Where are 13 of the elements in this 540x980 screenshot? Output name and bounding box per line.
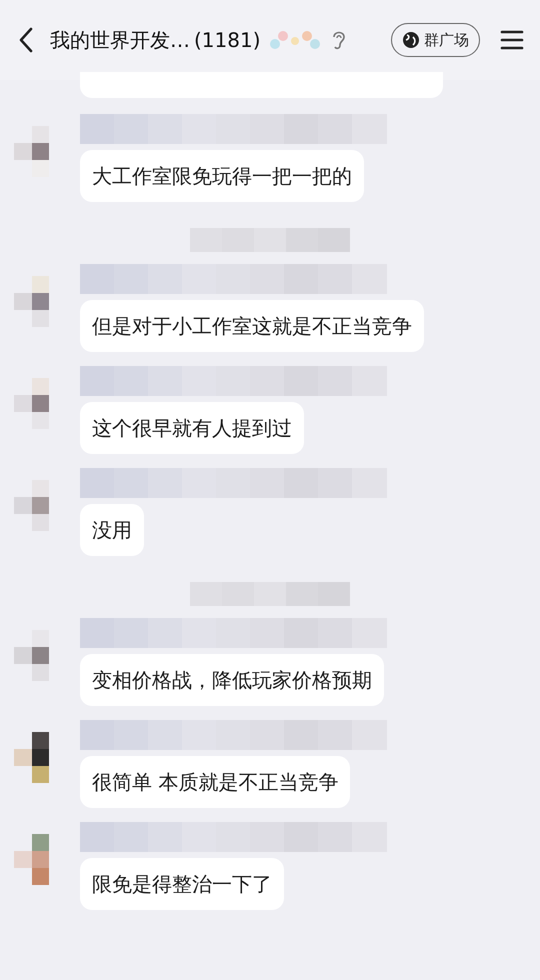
message-bubble: 没用	[80, 504, 144, 556]
message-bubble: 这个很早就有人提到过	[80, 402, 304, 454]
message-bubble: 但是对于小工作室这就是不正当竞争	[80, 300, 424, 352]
chat-title: 我的世界开发…	[50, 27, 190, 54]
message-bubble: 限免是得整治一下了	[80, 858, 284, 910]
ear-icon[interactable]	[330, 29, 347, 51]
message-bubble: 变相价格战，降低玩家价格预期	[80, 654, 384, 706]
message-bubble: 很简单 本质就是不正当竞争	[80, 756, 350, 808]
message-bubble: 大工作室限免玩得一把一把的	[80, 150, 364, 202]
group-square-button[interactable]: 群广场	[391, 23, 480, 57]
menu-icon[interactable]	[500, 29, 524, 51]
member-count: (1181)	[194, 27, 261, 54]
globe-icon	[402, 31, 420, 49]
